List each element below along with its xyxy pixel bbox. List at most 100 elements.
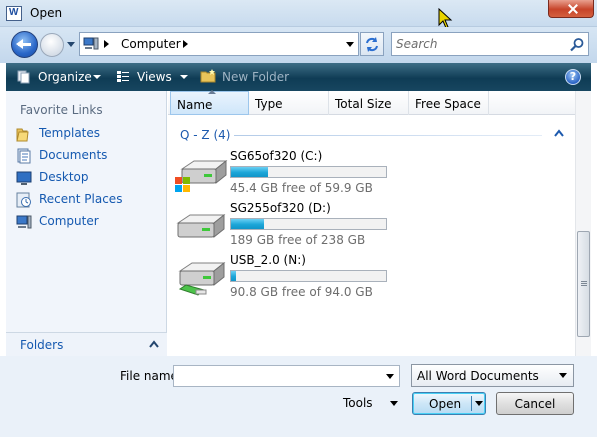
desktop-icon [16,171,32,185]
scrollbar-thumb[interactable] [577,231,590,337]
drive-name: SG65of320 (C:) [230,149,323,163]
window-title: Open [30,6,63,20]
title-bar: Open [0,0,597,29]
drive-item-c[interactable]: SG65of320 (C:) 45.4 GB free of 59.9 GB [174,149,404,199]
drive-item-n[interactable]: USB_2.0 (N:) 90.8 GB free of 94.0 GB [174,253,404,303]
recent-places-icon [16,192,31,208]
vertical-scrollbar[interactable] [575,91,591,356]
column-header-name[interactable]: Name [170,90,249,115]
cancel-label: Cancel [514,397,556,411]
documents-icon [17,148,31,164]
nav-item-label: Templates [39,126,101,140]
folder-icon [16,128,29,142]
nav-item-label: Recent Places [39,192,123,206]
drive-usage-fill [231,219,264,229]
folders-label: Folders [20,338,64,352]
chevron-down-icon[interactable] [346,42,354,47]
drive-free-space: 189 GB free of 238 GB [230,233,366,247]
views-icon [117,71,129,82]
nav-item-templates[interactable]: Templates [14,124,162,144]
open-button[interactable]: Open [412,392,486,415]
thumb-grip [581,283,587,284]
tools-button[interactable]: Tools [343,396,373,410]
nav-item-documents[interactable]: Documents [14,146,162,166]
computer-icon [83,37,99,50]
drive-item-d[interactable]: SG255of320 (D:) 189 GB free of 238 GB [174,201,404,251]
organize-chevron-down-icon[interactable] [93,75,101,79]
address-bar: Computer [0,27,597,63]
chevron-down-icon[interactable] [386,374,394,379]
search-icon[interactable] [569,37,585,53]
file-type-value: All Word Documents [417,369,539,383]
drive-usage-fill [231,271,236,281]
drive-name: USB_2.0 (N:) [230,253,306,267]
column-header-total-size[interactable]: Total Size [329,91,409,115]
thumb-grip [581,285,587,286]
nav-item-label: Desktop [39,170,89,184]
close-button[interactable] [548,0,594,18]
drive-free-space: 45.4 GB free of 59.9 GB [230,181,373,195]
file-list: Name Type Total Size Free Space Q - Z (4… [168,90,575,356]
organize-icon [17,70,30,84]
nav-item-label: Documents [39,148,108,162]
drive-usage-bar [230,218,387,230]
column-header-label: Free Space [415,97,481,111]
column-header-label: Total Size [335,97,392,111]
views-chevron-down-icon[interactable] [180,75,188,79]
back-button[interactable] [11,31,38,58]
drive-name: SG255of320 (D:) [230,201,331,215]
chevron-up-icon[interactable] [554,129,564,137]
file-name-input[interactable] [177,368,377,384]
group-header[interactable]: Q - Z (4) [180,128,230,142]
help-icon[interactable]: ? [565,69,581,85]
breadcrumb-computer[interactable]: Computer [121,37,181,51]
nav-item-recent-places[interactable]: Recent Places [14,190,162,210]
column-header-free-space[interactable]: Free Space [409,91,489,115]
drive-free-space: 90.8 GB free of 94.0 GB [230,285,373,299]
thumb-grip [581,281,587,282]
search-box[interactable] [391,32,589,56]
forward-button[interactable] [40,33,64,57]
computer-icon [16,215,32,229]
favorite-links-heading: Favorite Links [20,103,103,117]
drive-usage-bar [230,166,387,178]
column-header-type[interactable]: Type [249,91,329,115]
breadcrumb-arrow-icon[interactable] [183,40,188,48]
sort-ascending-icon [208,90,216,94]
refresh-button[interactable] [360,32,384,56]
dialog-footer: File name: All Word Documents Tools Open… [0,356,597,437]
command-toolbar: Organize Views New Folder ? [6,63,591,91]
file-name-combobox[interactable] [173,365,400,387]
chevron-down-icon[interactable] [559,373,567,378]
organize-button[interactable]: Organize [38,70,92,84]
drive-usage-fill [231,167,269,177]
column-header-label: Name [177,98,213,112]
refresh-icon [366,37,378,52]
new-folder-icon [200,69,216,83]
drive-usage-bar [230,270,387,282]
open-options-chevron-down-icon[interactable] [475,401,483,406]
breadcrumb-arrow-icon[interactable] [104,40,109,48]
column-header-label: Type [255,97,283,111]
nav-item-computer[interactable]: Computer [14,212,162,232]
address-field[interactable]: Computer [79,32,359,56]
recent-pages-dropdown[interactable] [66,39,76,49]
folders-toggle[interactable]: Folders [6,332,167,356]
hard-drive-icon [176,213,226,239]
navigation-pane: Favorite Links Templates Documents Deskt… [6,91,167,356]
file-type-select[interactable]: All Word Documents [411,364,574,387]
new-folder-button[interactable]: New Folder [222,70,289,84]
nav-item-desktop[interactable]: Desktop [14,168,162,188]
open-label: Open [429,397,462,411]
split-divider [471,396,472,411]
usb-drive-icon [178,261,226,296]
search-input[interactable] [396,36,566,52]
views-button[interactable]: Views [137,70,172,84]
column-header-row: Name Type Total Size Free Space [168,90,575,115]
system-drive-icon [175,159,228,192]
word-app-icon [6,6,22,21]
group-divider [234,135,542,136]
chevron-up-icon[interactable] [149,340,159,348]
cancel-button[interactable]: Cancel [496,392,574,415]
tools-chevron-down-icon[interactable] [390,401,398,406]
